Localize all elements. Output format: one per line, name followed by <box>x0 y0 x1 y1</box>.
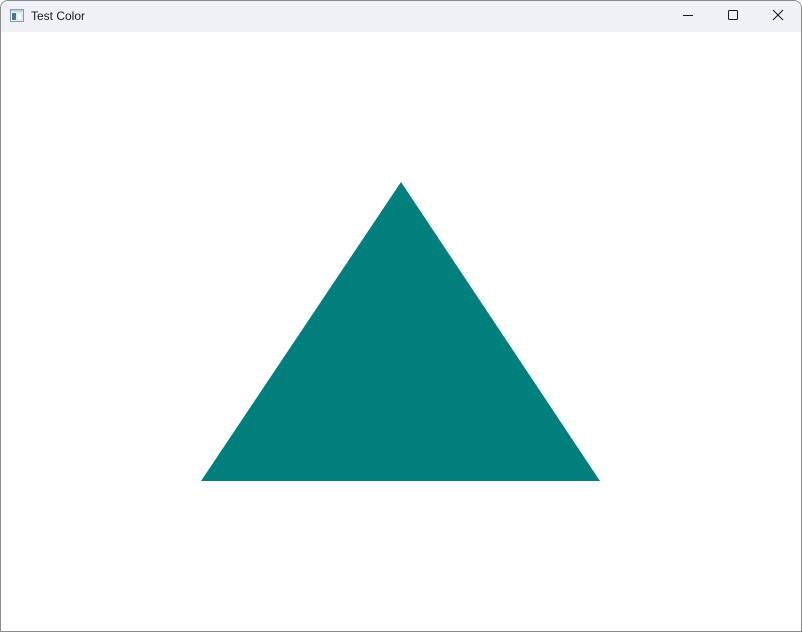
maximize-button[interactable] <box>710 1 756 32</box>
title-bar[interactable]: Test Color <box>1 1 801 32</box>
minimize-icon <box>682 8 694 26</box>
maximize-icon <box>727 8 739 26</box>
close-icon <box>772 8 784 26</box>
window-title: Test Color <box>31 9 86 23</box>
render-canvas <box>1 32 801 631</box>
canvas-surface <box>1 32 801 631</box>
app-window-icon <box>10 9 24 22</box>
minimize-button[interactable] <box>665 1 711 32</box>
close-button[interactable] <box>755 1 801 32</box>
app-window: Test Color <box>0 0 802 632</box>
